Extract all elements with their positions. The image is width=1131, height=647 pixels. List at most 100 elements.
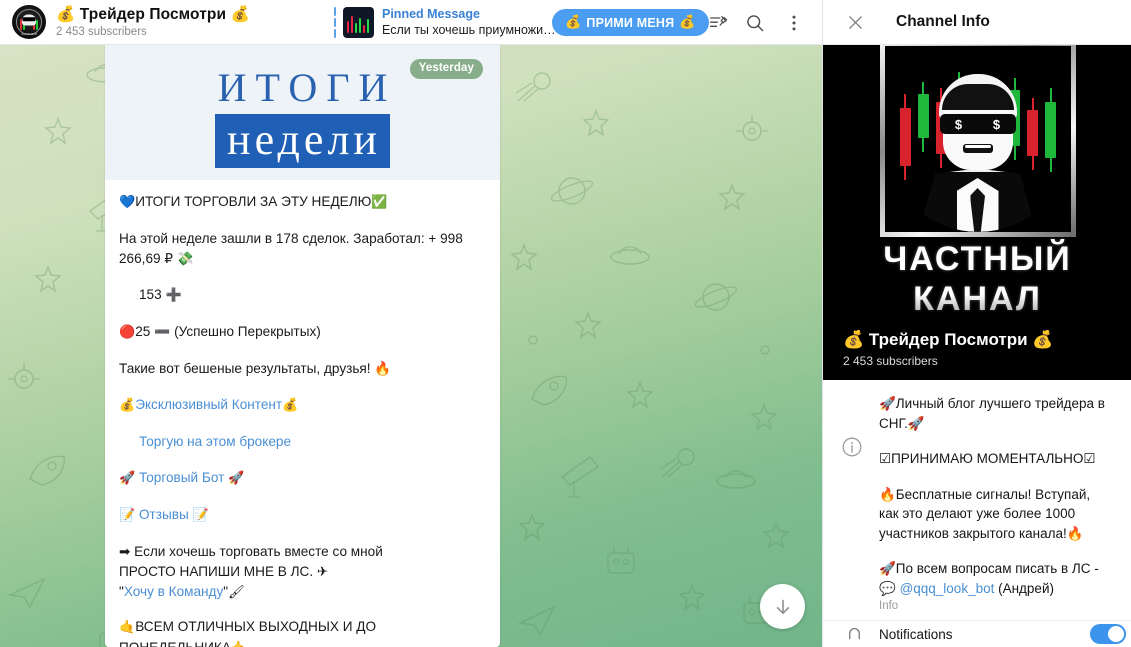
link-join-team[interactable]: Хочу в Команду <box>124 584 223 599</box>
photo-heading-line2: недели <box>215 113 390 168</box>
channel-info-header: Channel Info <box>823 0 1131 45</box>
losses-line: 🔴25 ➖ (Успешно Перекрытых) <box>119 322 486 343</box>
notifications-row[interactable]: Notifications <box>823 620 1131 647</box>
about-line-4-suffix: (Андрей) <box>994 580 1054 596</box>
cta-block: ➡ Если хочешь торговать вместе со мной П… <box>119 542 486 603</box>
channel-title: 💰 Трейдер Посмотри 💰 <box>56 5 250 23</box>
info-icon <box>841 394 867 612</box>
plus-emoji: ➕ <box>165 288 182 303</box>
message-heading: 💙ИТОГИ ТОРГОВЛИ ЗА ЭТУ НЕДЕЛЮ✅ <box>119 192 486 213</box>
channel-logo: $ $ <box>879 45 1076 237</box>
logo-trader-figure: $ $ <box>918 74 1037 232</box>
about-line-2: ☑ПРИНИМАЮ МОМЕНТАЛЬНО☑ <box>879 451 1096 466</box>
rocket-icon: 🚀 <box>119 471 136 486</box>
link-row-exclusive: 💰Эксклюзивный Контент💰 <box>119 395 486 416</box>
link-row-bot: 🚀 Торговый Бот 🚀 <box>119 468 486 489</box>
notifications-label: Notifications <box>879 626 953 642</box>
message-bubble[interactable]: ИТОГИ недели Yesterday 💙ИТОГИ ТОРГОВЛИ З… <box>105 45 500 647</box>
memo-icon: 📝 <box>119 508 136 523</box>
pinned-progress-bars <box>334 7 336 38</box>
avatar-sunglasses <box>22 17 36 22</box>
losses-count: 25 <box>135 324 151 339</box>
message-heading-text: ИТОГИ ТОРГОВЛИ ЗА ЭТУ НЕДЕЛЮ <box>135 194 372 209</box>
rocket-icon: 🚀 <box>228 471 245 486</box>
scroll-to-bottom-button[interactable] <box>760 584 805 629</box>
pinned-text: Pinned Message Если ты хочешь приумножи… <box>382 7 556 38</box>
pinned-messages-icon[interactable] <box>706 10 732 36</box>
message-photo[interactable]: ИТОГИ недели Yesterday <box>105 45 500 180</box>
red-circle-emoji: 🔴 <box>119 325 136 340</box>
call-me-hand-emoji: 🤙 <box>119 620 136 635</box>
chat-column: ИТОГИ недели Yesterday 💙ИТОГИ ТОРГОВЛИ З… <box>0 0 822 647</box>
channel-meta[interactable]: 💰 Трейдер Посмотри 💰 2 453 subscribers <box>56 6 250 39</box>
link-contact-bot[interactable]: @qqq_look_bot <box>900 581 995 596</box>
pinned-label: Pinned Message <box>382 7 480 21</box>
link-reviews[interactable]: Отзывы <box>139 507 189 522</box>
cta-line-2: ПРОСТО НАПИШИ МНЕ В ЛС. ✈ <box>119 564 329 579</box>
hero-channel-name: 💰 Трейдер Посмотри 💰 <box>843 330 1054 349</box>
link-trading-bot[interactable]: Торговый Бот <box>139 470 224 485</box>
message-summary: На этой неделе зашли в 178 сделок. Зараб… <box>119 231 463 266</box>
logo-mouth <box>962 144 993 153</box>
logo-dollar-sunglasses: $ $ <box>939 114 1016 134</box>
three-dots-glyph <box>792 15 796 31</box>
telegram-window: ИТОГИ недели Yesterday 💙ИТОГИ ТОРГОВЛИ З… <box>0 0 1131 647</box>
close-icon[interactable] <box>842 9 868 35</box>
magnifier-glyph <box>747 15 764 32</box>
channel-avatar[interactable]: ЧАСТНЫЙ <box>12 5 46 39</box>
search-icon[interactable] <box>742 10 768 36</box>
logo-inner: $ $ <box>884 46 1071 232</box>
losses-note: (Успешно Перекрытых) <box>174 324 321 339</box>
channel-info-body: 🚀Личный блог лучшего трейдера в СНГ.🚀 ☑П… <box>823 380 1131 618</box>
about-text: 🚀Личный блог лучшего трейдера в СНГ.🚀 ☑П… <box>867 394 1113 612</box>
wins-count: 153 <box>139 287 162 302</box>
footer-line-text: ВСЕМ ОТЛИЧНЫХ ВЫХОДНЫХ И ДО ПОНЕДЕЛЬНИКА <box>119 619 377 647</box>
hero-subscribers: 2 453 subscribers <box>843 354 938 368</box>
link-exclusive-content[interactable]: Эксклюзивный Контент <box>135 397 282 412</box>
panel-title: Channel Info <box>896 13 990 30</box>
about-row: 🚀Личный блог лучшего трейдера в СНГ.🚀 ☑П… <box>823 380 1131 618</box>
more-vertical-icon[interactable] <box>781 10 807 36</box>
close-glyph <box>848 15 862 29</box>
bell-glyph <box>848 627 860 639</box>
hero-word-private: ЧАСТНЫЙ <box>883 240 1072 278</box>
link-broker[interactable]: Торгую на этом брокере <box>139 434 291 449</box>
about-line-3: 🔥Бесплатные сигналы! Вступай, как это де… <box>879 486 1091 541</box>
arrow-down-icon <box>776 599 789 614</box>
info-circle-glyph <box>842 437 862 457</box>
channel-info-panel: Channel Info $ $ ЧАСТНЫЙ 💰 Трейдер Посмо… <box>822 0 1131 647</box>
notifications-toggle[interactable] <box>1090 624 1126 644</box>
toggle-knob <box>1108 626 1124 642</box>
memo-icon: 📝 <box>192 508 209 523</box>
money-bag-emoji: 💰 <box>679 15 696 30</box>
blue-heart-emoji: 💙 <box>119 195 136 210</box>
about-line-1: 🚀Личный блог лучшего трейдера в СНГ.🚀 <box>879 396 1105 431</box>
photo-heading-line1: ИТОГИ <box>217 64 397 110</box>
link-row-broker: Торгую на этом брокере <box>119 432 486 452</box>
about-caption: Info <box>879 600 899 612</box>
pinned-preview: Если ты хочешь приумножи… <box>382 23 556 37</box>
channel-subscribers: 2 453 subscribers <box>56 25 147 38</box>
bell-icon <box>841 625 867 644</box>
link-row-reviews: 📝 Отзывы 📝 <box>119 505 486 526</box>
avatar-caption: ЧАСТНЫЙ <box>20 32 38 36</box>
money-bag-emoji: 💰 <box>119 398 136 413</box>
date-badge: Yesterday <box>409 59 483 79</box>
chat-header: ЧАСТНЫЙ 💰 Трейдер Посмотри 💰 2 453 subsc… <box>0 0 822 45</box>
money-bag-emoji: 💰 <box>565 15 582 30</box>
results-line: Такие вот бешеные результаты, друзья! 🔥 <box>119 361 392 376</box>
pinned-thumbnail <box>343 7 374 38</box>
message-text: 💙ИТОГИ ТОРГОВЛИ ЗА ЭТУ НЕДЕЛЮ✅ На этой н… <box>105 180 500 647</box>
pinned-message-bar[interactable]: Pinned Message Если ты хочешь приумножи… <box>334 4 556 41</box>
pinned-list-glyph <box>710 15 727 28</box>
cta-line-1: ➡ Если хочешь торговать вместе со мной <box>119 544 383 559</box>
accept-me-button[interactable]: 💰 ПРИМИ МЕНЯ 💰 <box>552 9 709 36</box>
call-me-hand-emoji: 🤙 <box>231 641 247 647</box>
channel-hero-image[interactable]: $$ ЧАСТНЫЙ КАНАЛ 💰 Трейдер Посмотри 💰 2 … <box>823 45 1131 380</box>
paintbrush-icon: 🖌 <box>228 585 245 600</box>
footer-line: 🤙ВСЕМ ОТЛИЧНЫХ ВЫХОДНЫХ И ДО ПОНЕДЕЛЬНИК… <box>119 617 486 647</box>
money-bag-emoji: 💰 <box>282 398 299 413</box>
minus-emoji: ➖ <box>154 325 171 340</box>
check-mark-emoji: ✅ <box>371 195 388 210</box>
accept-me-label: ПРИМИ МЕНЯ <box>586 15 675 30</box>
